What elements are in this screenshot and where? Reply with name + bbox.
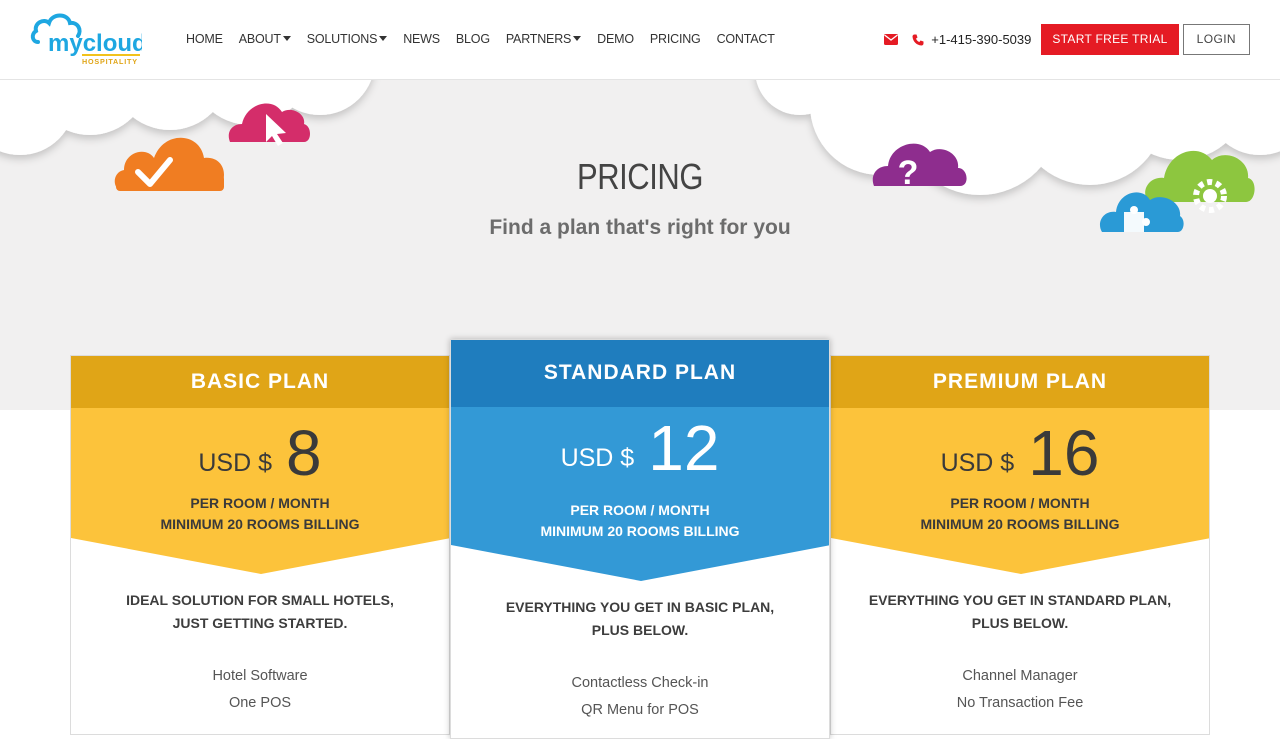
standard-price-band: USD $ 12 PER ROOM / MONTH MINIMUM 20 ROOM… bbox=[451, 407, 829, 583]
nav-pricing[interactable]: PRICING bbox=[650, 32, 701, 46]
envelope-icon[interactable] bbox=[884, 34, 899, 45]
premium-description-line2: PLUS BELOW. bbox=[971, 615, 1069, 631]
logo[interactable]: mycloud HOSPITALITY bbox=[30, 10, 147, 70]
logo-sub: HOSPITALITY bbox=[82, 57, 138, 66]
nav-partners[interactable]: PARTNERS bbox=[505, 32, 582, 46]
premium-description-line1: EVERYTHING YOU GET IN STANDARD PLAN, bbox=[868, 592, 1172, 608]
basic-minimum: MINIMUM 20 ROOMS BILLING bbox=[160, 516, 360, 532]
basic-price-band: USD $ 8 PER ROOM / MONTH MINIMUM 20 ROOMS… bbox=[71, 408, 449, 576]
nav-label: PRICING bbox=[649, 32, 701, 46]
page-subtitle: Find a plan that's right for you bbox=[489, 216, 791, 239]
logo-text: mycloud bbox=[48, 30, 142, 57]
page-title: PRICING bbox=[576, 156, 703, 197]
nav-demo[interactable]: DEMO bbox=[597, 32, 634, 46]
premium-price-band: USD $ 16 PER ROOM / MONTH MINIMUM 20 ROOM… bbox=[831, 408, 1209, 576]
nav-label: SOLUTIONS bbox=[306, 32, 378, 46]
nav-label: BLOG bbox=[455, 32, 490, 46]
nav-label: PARTNERS bbox=[505, 32, 572, 46]
caret-down-icon bbox=[282, 36, 291, 41]
premium-per-room: PER ROOM / MONTH bbox=[950, 495, 1090, 511]
nav-home[interactable]: HOME bbox=[186, 32, 223, 46]
basic-per-room: PER ROOM / MONTH bbox=[190, 495, 330, 511]
start-free-trial-button[interactable]: START FREE TRIAL bbox=[1041, 24, 1179, 55]
standard-currency: USD $ bbox=[560, 444, 635, 472]
site-header: mycloud HOSPITALITY HOME ABOUT SOLUTIONS NE… bbox=[0, 0, 1280, 80]
standard-description-line1: EVERYTHING YOU GET IN BASIC PLAN, bbox=[505, 599, 775, 615]
nav-label: ABOUT bbox=[238, 32, 281, 46]
login-button[interactable]: LOGIN bbox=[1182, 24, 1250, 55]
premium-currency: USD $ bbox=[940, 449, 1015, 477]
standard-plan-card[interactable]: STANDARD PLAN USD $ 12 PER ROOM / MONTH M… bbox=[450, 339, 830, 739]
premium-minimum: MINIMUM 20 ROOMS BILLING bbox=[920, 516, 1120, 532]
premium-feature: Channel Manager bbox=[962, 668, 1078, 684]
premium-price: 16 bbox=[1028, 417, 1100, 489]
nav-news[interactable]: NEWS bbox=[403, 32, 440, 46]
standard-minimum: MINIMUM 20 ROOMS BILLING bbox=[540, 523, 740, 539]
phone-number-link[interactable]: +1-415-390-5039 bbox=[931, 32, 1031, 47]
caret-down-icon bbox=[379, 36, 388, 41]
nav-about[interactable]: ABOUT bbox=[239, 32, 291, 46]
standard-plan-title: STANDARD PLAN bbox=[451, 340, 829, 407]
basic-currency: USD $ bbox=[198, 449, 273, 477]
nav-label: CONTACT bbox=[716, 32, 775, 46]
cloud-logo-icon: mycloud HOSPITALITY bbox=[30, 13, 147, 66]
standard-feature: Contactless Check-in bbox=[571, 675, 709, 691]
premium-plan-card[interactable]: PREMIUM PLAN USD $ 16 PER ROOM / MONTH MI… bbox=[830, 355, 1210, 735]
basic-plan-card[interactable]: BASIC PLAN USD $ 8 PER ROOM / MONTH MINIM… bbox=[70, 355, 450, 735]
nav-contact[interactable]: CONTACT bbox=[717, 32, 775, 46]
premium-feature: No Transaction Fee bbox=[956, 695, 1084, 711]
main-nav: HOME ABOUT SOLUTIONS NEWS BLOG PARTNERS DEMO PR… bbox=[186, 32, 791, 46]
basic-feature: One POS bbox=[228, 695, 292, 711]
standard-feature: QR Menu for POS bbox=[581, 702, 699, 718]
basic-feature: Hotel Software bbox=[212, 668, 308, 684]
phone-icon bbox=[912, 34, 924, 45]
nav-label: HOME bbox=[186, 32, 223, 46]
basic-description-line2: JUST GETTING STARTED. bbox=[172, 615, 348, 631]
nav-label: DEMO bbox=[597, 32, 634, 46]
standard-price: 12 bbox=[648, 412, 720, 484]
basic-description-line1: IDEAL SOLUTION FOR SMALL HOTELS, bbox=[126, 592, 394, 608]
standard-description-line2: PLUS BELOW. bbox=[591, 622, 689, 638]
premium-plan-title: PREMIUM PLAN bbox=[831, 356, 1209, 408]
standard-per-room: PER ROOM / MONTH bbox=[570, 502, 710, 518]
nav-label: NEWS bbox=[403, 32, 440, 46]
nav-blog[interactable]: BLOG bbox=[456, 32, 490, 46]
caret-down-icon bbox=[573, 36, 582, 41]
contact-area: +1-415-390-5039 START FREE TRIAL LOGIN bbox=[884, 24, 1250, 55]
basic-plan-title: BASIC PLAN bbox=[71, 356, 449, 408]
basic-price: 8 bbox=[286, 417, 322, 489]
nav-solutions[interactable]: SOLUTIONS bbox=[306, 32, 388, 46]
